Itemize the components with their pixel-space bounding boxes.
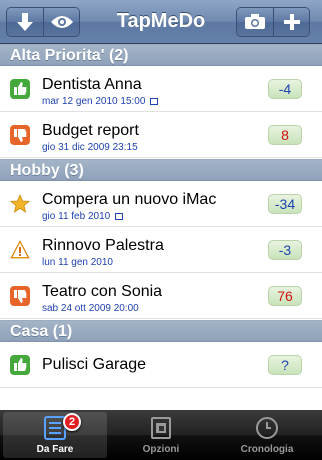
item-title: Teatro con Sonia — [42, 283, 163, 300]
view-button[interactable] — [43, 8, 79, 36]
item-date: gio 31 dic 2009 23:15 — [42, 142, 138, 153]
clock-icon — [256, 417, 278, 439]
page-title: TapMeDo — [116, 10, 206, 32]
days-badge: ? — [268, 355, 302, 375]
tab-label: Cronologia — [240, 444, 294, 455]
tab-da-fare[interactable]: 2 Da Fare — [3, 412, 107, 458]
item-date: sab 24 ott 2009 20:00 — [42, 303, 139, 314]
item-title: Dentista Anna — [42, 76, 142, 93]
options-icon — [151, 417, 171, 439]
tab-opzioni[interactable]: Opzioni — [109, 412, 213, 458]
section-header-alta-priorita: Alta Priorita' (2) — [0, 44, 322, 66]
days-badge: -4 — [268, 79, 302, 99]
tab-cronologia[interactable]: Cronologia — [215, 412, 319, 458]
tab-bar: 2 Da Fare Opzioni Cronologia — [0, 410, 322, 460]
days-badge: -34 — [268, 194, 302, 214]
add-button[interactable] — [273, 8, 309, 36]
note-icon — [115, 212, 124, 220]
item-title: Pulisci Garage — [42, 356, 147, 373]
days-badge: -3 — [268, 240, 302, 260]
item-date: gio 11 feb 2010 — [42, 211, 124, 222]
camera-button[interactable] — [237, 8, 273, 36]
item-title: Compera un nuovo iMac — [42, 191, 217, 208]
eye-icon — [50, 16, 73, 28]
star-icon — [10, 194, 30, 213]
section-header-casa: Casa (1) — [0, 320, 322, 342]
tab-label: Da Fare — [36, 444, 74, 455]
list-item[interactable]: Teatro con Sonia sab 24 ott 2009 20:00 7… — [0, 274, 322, 319]
list-item[interactable]: Rinnovo Palestra lun 11 gen 2010 -3 — [0, 228, 322, 273]
thumbs-up-icon — [10, 355, 30, 375]
list-item[interactable]: Compera un nuovo iMac gio 11 feb 2010 -3… — [0, 182, 322, 227]
note-icon — [150, 97, 159, 105]
plus-icon — [283, 14, 300, 30]
thumbs-down-icon — [10, 286, 30, 306]
notification-badge: 2 — [63, 413, 81, 431]
right-button-group — [236, 7, 310, 37]
days-badge: 76 — [268, 286, 302, 306]
item-title: Budget report — [42, 122, 139, 139]
list-item[interactable]: Pulisci Garage ? — [0, 343, 322, 388]
down-arrow-icon — [17, 13, 33, 31]
thumbs-up-icon — [10, 79, 30, 99]
thumbs-down-icon — [10, 125, 30, 145]
days-badge: 8 — [268, 125, 302, 145]
download-button[interactable] — [7, 8, 43, 36]
item-date: mar 12 gen 2010 15:00 — [42, 96, 159, 107]
left-button-group — [6, 7, 80, 37]
item-date: lun 11 gen 2010 — [42, 257, 113, 268]
warning-icon — [10, 240, 30, 259]
navigation-bar: TapMeDo — [0, 0, 322, 44]
list-item[interactable]: Budget report gio 31 dic 2009 23:15 8 — [0, 113, 322, 158]
section-header-hobby: Hobby (3) — [0, 159, 322, 181]
camera-icon — [245, 14, 265, 29]
list-item[interactable]: Dentista Anna mar 12 gen 2010 15:00 -4 — [0, 67, 322, 112]
tab-label: Opzioni — [142, 444, 180, 455]
item-title: Rinnovo Palestra — [42, 237, 164, 254]
